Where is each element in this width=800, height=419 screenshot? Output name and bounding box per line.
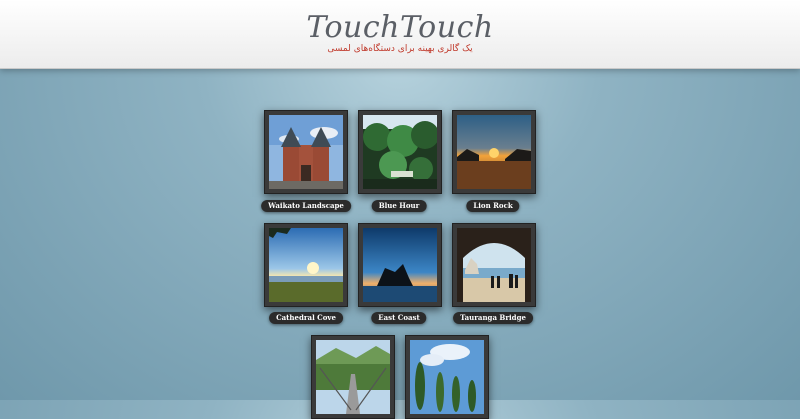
caption-waikato-landscape[interactable]: Waikato Landscape bbox=[261, 200, 351, 212]
thumbnail-lion-rock[interactable] bbox=[452, 110, 536, 194]
caption-lion-rock[interactable]: Lion Rock bbox=[466, 200, 520, 212]
rock-sea-photo bbox=[363, 228, 437, 302]
caption-blue-hour[interactable]: Blue Hour bbox=[371, 200, 427, 212]
thumbnail-cathedral-cove[interactable] bbox=[264, 223, 348, 307]
sunset-beach-photo bbox=[269, 228, 343, 302]
caption-tauranga-bridge[interactable]: Tauranga Bridge bbox=[453, 312, 533, 324]
castle-photo bbox=[269, 115, 343, 189]
cave-beach-photo bbox=[457, 228, 531, 302]
logo-title[interactable]: TouchTouch bbox=[0, 10, 800, 45]
tagline: یک گالری بهینه برای دستگاه‌های لمسی bbox=[327, 44, 473, 54]
caption-east-coast[interactable]: East Coast bbox=[371, 312, 427, 324]
thumbnail-cypress-trees[interactable] bbox=[405, 335, 489, 419]
caption-cathedral-cove[interactable]: Cathedral Cove bbox=[269, 312, 343, 324]
trees-sky-photo bbox=[410, 340, 484, 414]
thumbnail-east-coast[interactable] bbox=[358, 223, 442, 307]
thumbnail-blue-hour[interactable] bbox=[358, 110, 442, 194]
site-header: TouchTouch یک گالری بهینه برای دستگاه‌ها… bbox=[0, 0, 800, 69]
forest-photo bbox=[363, 115, 437, 189]
thumbnail-tauranga-bridge[interactable] bbox=[452, 223, 536, 307]
thumbnail-bridge[interactable] bbox=[311, 335, 395, 419]
sunset-coast-photo bbox=[457, 115, 531, 189]
thumbnail-waikato-landscape[interactable] bbox=[264, 110, 348, 194]
suspension-bridge-photo bbox=[316, 340, 390, 414]
